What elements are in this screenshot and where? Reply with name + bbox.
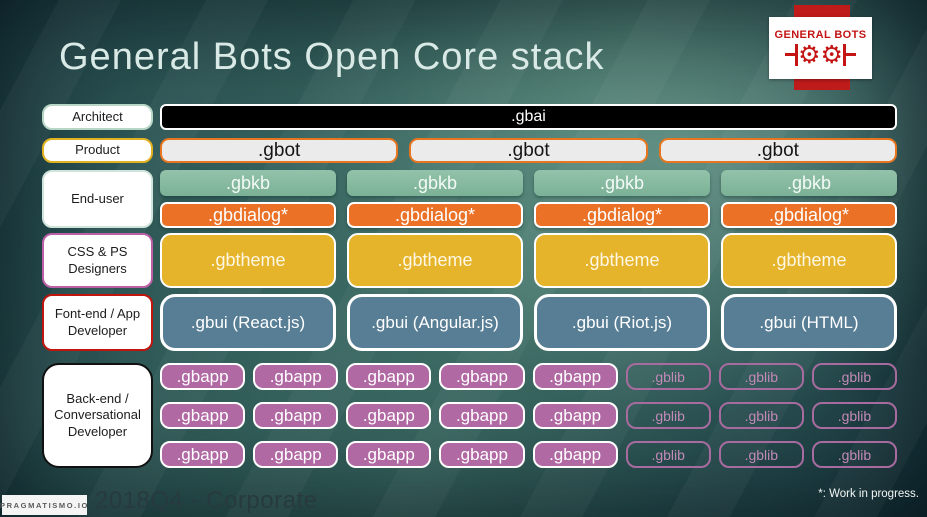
stack-box-gbui: .gbui (React.js) (160, 294, 336, 351)
stack-box-gblib: .gblib (718, 363, 804, 390)
stack-box-gbot: .gbot (409, 138, 648, 163)
section-architect: Architect .gbai (42, 104, 897, 130)
stack-box-gbtheme: .gbtheme (534, 233, 710, 288)
logo-brand-text: GENERAL BOTS (774, 28, 867, 41)
row-label-backend: Back-end / Conversational Developer (42, 363, 153, 468)
stack-box-gbapp: .gbapp (532, 363, 618, 390)
section-enduser: End-user .gbkb .gbkb .gbkb .gbkb .gbdialog* .g… (42, 170, 897, 228)
stack-box-gblib: .gblib (811, 363, 897, 390)
stack-box-gbtheme: .gbtheme (347, 233, 523, 288)
slide: General Bots Open Core stack GENERAL BOT… (0, 0, 927, 517)
row-label-frontend: Font-end / App Developer (42, 294, 153, 351)
stack-box-gbapp: .gbapp (346, 441, 432, 468)
stack-box-gblib: .gblib (811, 441, 897, 468)
row-group-backend: .gbapp .gbapp .gbapp .gbapp .gbapp .gblib .gbl… (160, 363, 897, 468)
stack-box-gblib: .gblib (625, 363, 711, 390)
work-in-progress-note: *: Work in progress. (818, 488, 919, 500)
stack-box-gbot: .gbot (658, 138, 897, 163)
row-label-designers: CSS & PS Designers (42, 233, 153, 288)
stack-box-gbapp: .gbapp (346, 402, 432, 429)
stack-box-gbkb: .gbkb (347, 170, 523, 196)
gears-icon: ⚙ ⚙ (785, 42, 856, 68)
page-title: General Bots Open Core stack (59, 36, 605, 78)
stack-box-gbot: .gbot (160, 138, 399, 163)
row-group-product: .gbot .gbot .gbot (160, 138, 897, 163)
cell-row-gbkb: .gbkb .gbkb .gbkb .gbkb (160, 170, 897, 196)
gear-axle-right-icon (842, 42, 856, 68)
vendor-badge: PRAGMATISMO.IO (0, 495, 87, 515)
stack-box-gbkb: .gbkb (160, 170, 336, 196)
cell-row-gbui: .gbui (React.js) .gbui (Angular.js) .gbui … (160, 294, 897, 351)
stack-box-gbapp: .gbapp (253, 402, 339, 429)
stack-box-gbkb: .gbkb (721, 170, 897, 196)
cell-row-gbtheme: .gbtheme .gbtheme .gbtheme .gbtheme (160, 233, 897, 288)
stack-box-gblib: .gblib (625, 441, 711, 468)
gear-icon: ⚙ (820, 40, 843, 69)
stack-box-gblib: .gblib (718, 441, 804, 468)
stack-box-gbapp: .gbapp (253, 441, 339, 468)
cell-row-gbai: .gbai (160, 104, 897, 130)
section-product: Product .gbot .gbot .gbot (42, 138, 897, 163)
stack-box-gbai: .gbai (160, 104, 897, 130)
stack-box-gbapp: .gbapp (160, 363, 246, 390)
stack-box-gbui: .gbui (HTML) (721, 294, 897, 351)
stack-box-gbapp: .gbapp (253, 363, 339, 390)
section-frontend: Font-end / App Developer .gbui (React.js)… (42, 294, 897, 351)
stack-box-gbtheme: .gbtheme (160, 233, 336, 288)
stack-box-gblib: .gblib (718, 402, 804, 429)
stack-box-gbapp: .gbapp (532, 402, 618, 429)
gear-axle-left-icon (785, 42, 799, 68)
stack-box-gbdialog: .gbdialog* (721, 202, 897, 228)
cell-row-gbapps: .gbapp .gbapp .gbapp .gbapp .gbapp .gblib .gbl… (160, 441, 897, 468)
gear-icon: ⚙ (798, 40, 821, 69)
edition-label: 2018Q4 - Corporate (95, 487, 318, 514)
stack-box-gblib: .gblib (811, 402, 897, 429)
cell-row-gbot: .gbot .gbot .gbot (160, 138, 897, 163)
section-designers: CSS & PS Designers .gbtheme .gbtheme .gbthe… (42, 233, 897, 288)
stack-box-gblib: .gblib (625, 402, 711, 429)
section-backend: Back-end / Conversational Developer .gbap… (42, 363, 897, 468)
cell-row-gbapps: .gbapp .gbapp .gbapp .gbapp .gbapp .gblib .gbl… (160, 402, 897, 429)
stack-box-gbkb: .gbkb (534, 170, 710, 196)
stack-box-gbtheme: .gbtheme (721, 233, 897, 288)
stack-box-gbui: .gbui (Riot.js) (534, 294, 710, 351)
row-group-architect: .gbai (160, 104, 897, 130)
stack-box-gbapp: .gbapp (160, 441, 246, 468)
stack-box-gbdialog: .gbdialog* (534, 202, 710, 228)
stack-box-gbui: .gbui (Angular.js) (347, 294, 523, 351)
row-label-product: Product (42, 138, 153, 163)
stack-box-gbapp: .gbapp (532, 441, 618, 468)
stack-box-gbapp: .gbapp (439, 363, 525, 390)
stack-box-gbapp: .gbapp (160, 402, 246, 429)
row-label-architect: Architect (42, 104, 153, 130)
row-group-frontend: .gbui (React.js) .gbui (Angular.js) .gbui … (160, 294, 897, 351)
row-group-enduser: .gbkb .gbkb .gbkb .gbkb .gbdialog* .gbdialog*… (160, 170, 897, 228)
row-group-designers: .gbtheme .gbtheme .gbtheme .gbtheme (160, 233, 897, 288)
stack-box-gbdialog: .gbdialog* (347, 202, 523, 228)
general-bots-logo: GENERAL BOTS ⚙ ⚙ (769, 17, 872, 79)
stack-box-gbapp: .gbapp (439, 441, 525, 468)
cell-row-gbapps: .gbapp .gbapp .gbapp .gbapp .gbapp .gblib .gbl… (160, 363, 897, 390)
cell-row-gbdialog: .gbdialog* .gbdialog* .gbdialog* .gbdialog* (160, 202, 897, 228)
stack-box-gbapp: .gbapp (346, 363, 432, 390)
row-label-enduser: End-user (42, 170, 153, 228)
stack-box-gbdialog: .gbdialog* (160, 202, 336, 228)
stack-box-gbapp: .gbapp (439, 402, 525, 429)
